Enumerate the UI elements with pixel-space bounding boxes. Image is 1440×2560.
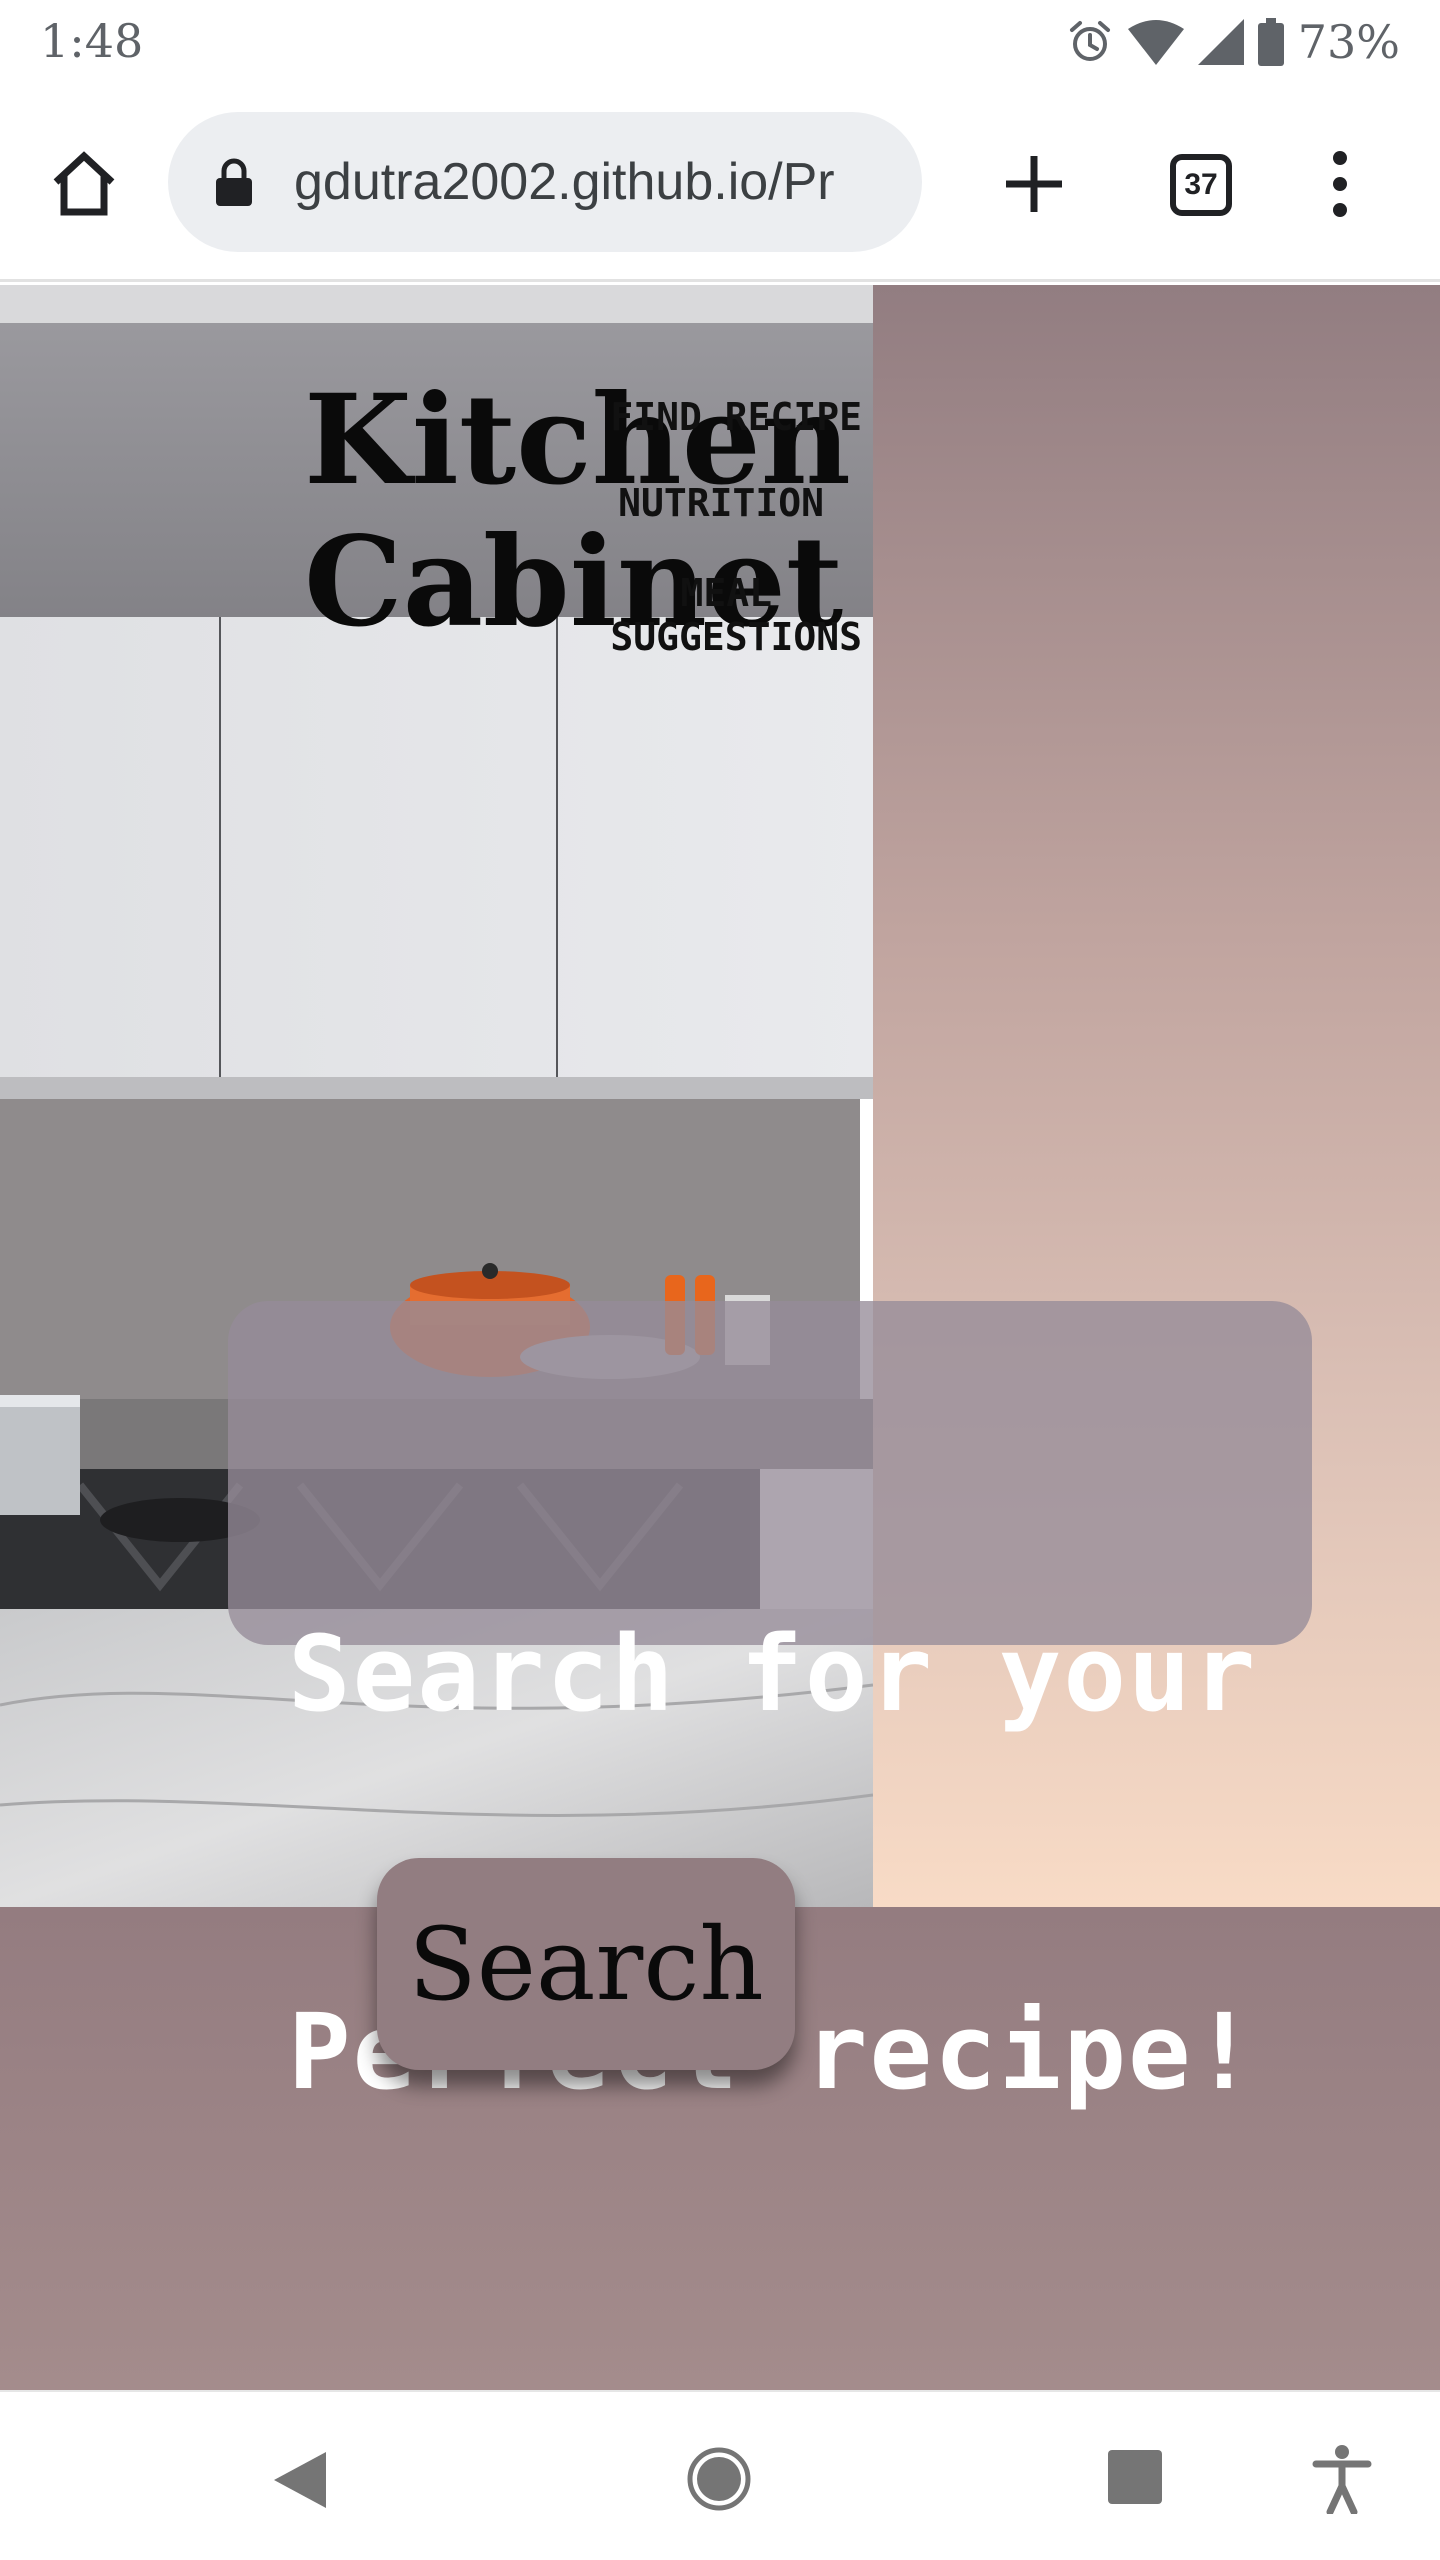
lock-icon [214, 158, 254, 206]
recents-icon[interactable] [1108, 2450, 1162, 2504]
cell-signal-icon [1197, 19, 1244, 65]
browser-toolbar: gdutra2002.github.io/Pr 37 [0, 86, 1440, 282]
address-bar[interactable]: gdutra2002.github.io/Pr [168, 112, 922, 252]
status-bar: 1:48 73% [0, 0, 1440, 86]
nav-nutrition[interactable]: NUTRITION [618, 481, 824, 525]
nav-meal[interactable]: MEAL [680, 571, 772, 615]
accessibility-icon[interactable] [1312, 2444, 1372, 2516]
home-icon[interactable] [48, 148, 120, 220]
new-tab-icon[interactable] [998, 148, 1070, 220]
tab-switcher-icon[interactable]: 37 [1170, 154, 1232, 216]
wifi-icon [1127, 19, 1184, 65]
search-hero-card: Search for your Perfect recipe! [228, 1301, 1312, 2113]
more-menu-icon[interactable] [1326, 148, 1354, 220]
url-text[interactable]: gdutra2002.github.io/Pr [294, 146, 906, 218]
search-button[interactable]: Search [377, 1858, 795, 2070]
battery-percent: 73% [1297, 15, 1400, 69]
status-icons: 73% [1066, 14, 1400, 70]
web-page: Kitchen Cabinet FIND RECIPE NUTRITION ME… [0, 285, 1440, 2390]
alarm-icon [1066, 18, 1114, 66]
back-icon[interactable] [270, 2448, 330, 2512]
search-heading-line1: Search for your [288, 1613, 1258, 1735]
system-nav-bar [0, 2390, 1440, 2560]
home-circle-icon[interactable] [686, 2446, 752, 2512]
nav-find-recipe[interactable]: FIND RECIPE [610, 395, 862, 439]
nav-suggestions[interactable]: SUGGESTIONS [610, 615, 862, 659]
status-time: 1:48 [40, 14, 144, 68]
battery-icon [1257, 18, 1284, 66]
